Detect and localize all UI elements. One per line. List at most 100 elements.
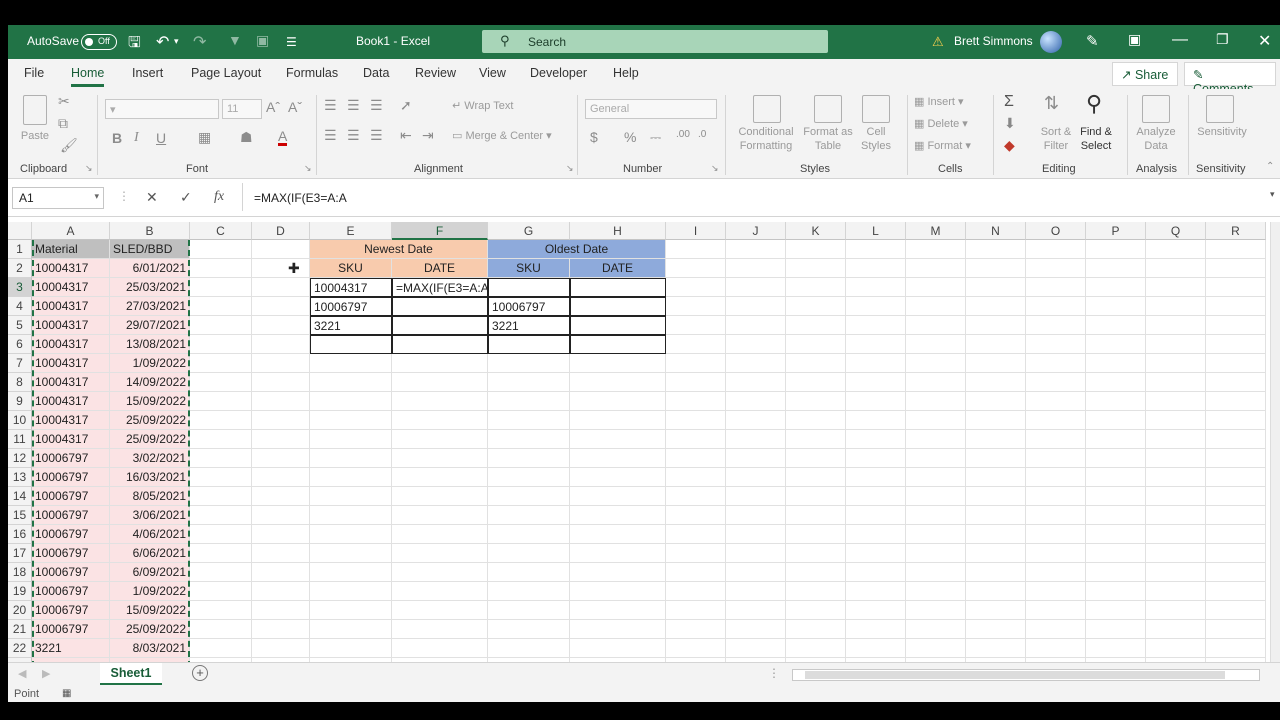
sensitivity-button[interactable]: Sensitivity — [1194, 125, 1250, 139]
cell-q21[interactable] — [1146, 620, 1206, 639]
underline-button[interactable]: U — [156, 130, 166, 146]
select-all-corner[interactable] — [8, 222, 32, 240]
cell-i20[interactable] — [666, 601, 726, 620]
cell-m8[interactable] — [906, 373, 966, 392]
new-sheet-icon[interactable]: + — [192, 665, 208, 681]
increase-indent-icon[interactable]: ⇥ — [422, 127, 434, 144]
conditional-formatting-icon[interactable] — [753, 95, 781, 123]
cell-r9[interactable] — [1206, 392, 1266, 411]
cell-d6[interactable] — [252, 335, 310, 354]
decrease-indent-icon[interactable]: ⇤ — [400, 127, 412, 144]
newest-date-header[interactable]: Newest Date — [310, 240, 488, 259]
cell-l19[interactable] — [846, 582, 906, 601]
cell-c13[interactable] — [190, 468, 252, 487]
cell-i12[interactable] — [666, 449, 726, 468]
cell-a7[interactable]: 10004317 — [32, 354, 110, 373]
column-header-h[interactable]: H — [570, 222, 666, 240]
row-header-8[interactable]: 8 — [8, 373, 32, 392]
cell-l17[interactable] — [846, 544, 906, 563]
cell-q14[interactable] — [1146, 487, 1206, 506]
cell-a1[interactable]: Material — [32, 240, 110, 259]
row-header-2[interactable]: 2 — [8, 259, 32, 278]
cell-n18[interactable] — [966, 563, 1026, 582]
cell-i1[interactable] — [666, 240, 726, 259]
cell-l21[interactable] — [846, 620, 906, 639]
cell-e12[interactable] — [310, 449, 392, 468]
row-header-19[interactable]: 19 — [8, 582, 32, 601]
cell-g15[interactable] — [488, 506, 570, 525]
cell-styles-button[interactable]: Cell Styles — [856, 125, 896, 153]
cell-b21[interactable]: 25/09/2022 — [110, 620, 190, 639]
cell-e20[interactable] — [310, 601, 392, 620]
column-header-k[interactable]: K — [786, 222, 846, 240]
delete-cells-button[interactable]: ▦ Delete ▾ — [914, 117, 968, 131]
cell-o9[interactable] — [1026, 392, 1086, 411]
increase-font-icon[interactable]: Aˆ — [266, 99, 280, 115]
cell-k2[interactable] — [786, 259, 846, 278]
cell-e14[interactable] — [310, 487, 392, 506]
cell-q5[interactable] — [1146, 316, 1206, 335]
cell-j6[interactable] — [726, 335, 786, 354]
cell-l6[interactable] — [846, 335, 906, 354]
cell-d11[interactable] — [252, 430, 310, 449]
cell-c4[interactable] — [190, 297, 252, 316]
cell-l5[interactable] — [846, 316, 906, 335]
cell-d12[interactable] — [252, 449, 310, 468]
cell-d3[interactable] — [252, 278, 310, 297]
formula-input[interactable]: =MAX(IF(E3=A:A — [254, 191, 347, 205]
cell-q16[interactable] — [1146, 525, 1206, 544]
cell-h19[interactable] — [570, 582, 666, 601]
cell-l16[interactable] — [846, 525, 906, 544]
cell-q13[interactable] — [1146, 468, 1206, 487]
cell-a17[interactable]: 10006797 — [32, 544, 110, 563]
cell-i17[interactable] — [666, 544, 726, 563]
cell-o1[interactable] — [1026, 240, 1086, 259]
cell-e21[interactable] — [310, 620, 392, 639]
cell-k17[interactable] — [786, 544, 846, 563]
format-cells-button[interactable]: ▦ Format ▾ — [914, 139, 971, 153]
row-header-12[interactable]: 12 — [8, 449, 32, 468]
cell-d16[interactable] — [252, 525, 310, 544]
cell-a13[interactable]: 10006797 — [32, 468, 110, 487]
cell-b12[interactable]: 3/02/2021 — [110, 449, 190, 468]
align-center-icon[interactable]: ☰ — [347, 127, 360, 144]
cell-n9[interactable] — [966, 392, 1026, 411]
cell-c9[interactable] — [190, 392, 252, 411]
cell-k20[interactable] — [786, 601, 846, 620]
wrap-text-button[interactable]: ↵ Wrap Text — [452, 99, 513, 113]
cell-e8[interactable] — [310, 373, 392, 392]
cell-g7[interactable] — [488, 354, 570, 373]
cell-i4[interactable] — [666, 297, 726, 316]
cell-h11[interactable] — [570, 430, 666, 449]
column-header-f[interactable]: F — [392, 222, 488, 240]
cell-i18[interactable] — [666, 563, 726, 582]
cell-j12[interactable] — [726, 449, 786, 468]
cell-d22[interactable] — [252, 639, 310, 658]
increase-decimal-icon[interactable]: .00 — [676, 129, 690, 140]
autosave-toggle[interactable]: Off — [81, 34, 117, 50]
cell-g16[interactable] — [488, 525, 570, 544]
cell-f10[interactable] — [392, 411, 488, 430]
cell-b22[interactable]: 8/03/2021 — [110, 639, 190, 658]
cell-e11[interactable] — [310, 430, 392, 449]
cell-p6[interactable] — [1086, 335, 1146, 354]
cell-m11[interactable] — [906, 430, 966, 449]
cell-c19[interactable] — [190, 582, 252, 601]
cell-a19[interactable]: 10006797 — [32, 582, 110, 601]
cell-k21[interactable] — [786, 620, 846, 639]
cell-h18[interactable] — [570, 563, 666, 582]
cell-m5[interactable] — [906, 316, 966, 335]
cell-l12[interactable] — [846, 449, 906, 468]
find-select-icon[interactable]: ⚲ — [1086, 91, 1102, 117]
cell-l8[interactable] — [846, 373, 906, 392]
cell-a21[interactable]: 10006797 — [32, 620, 110, 639]
cell-n19[interactable] — [966, 582, 1026, 601]
italic-button[interactable]: I — [134, 130, 139, 146]
font-size-combo[interactable]: 11 — [222, 99, 262, 119]
cell-b20[interactable]: 15/09/2022 — [110, 601, 190, 620]
cell-q19[interactable] — [1146, 582, 1206, 601]
search-box[interactable]: ⚲ Search — [482, 30, 828, 53]
cell-i19[interactable] — [666, 582, 726, 601]
paste-icon[interactable] — [23, 95, 47, 125]
decrease-font-icon[interactable]: Aˇ — [288, 99, 302, 115]
